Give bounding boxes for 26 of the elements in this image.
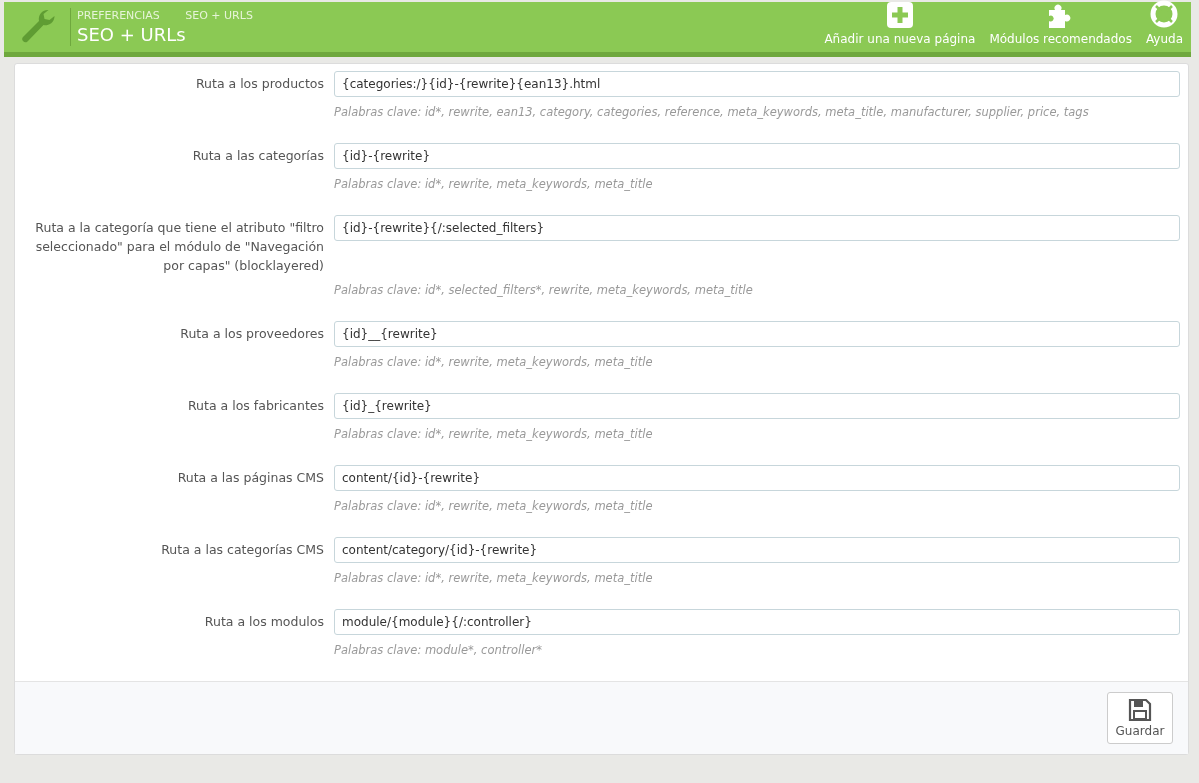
route-input[interactable]: module/{module}{/:controller} — [334, 609, 1180, 635]
field-hint: Palabras clave: id*, selected_filters*, rewrite, meta_keywords, meta_title — [334, 283, 754, 297]
page-title: SEO + URLs — [77, 24, 187, 45]
field-hint: Palabras clave: id*, rewrite, ean13, category, categories, reference, meta_keywords, meta_title, manufacturer, supplier, price, tags — [334, 105, 1090, 119]
field-label: Ruta a los productos — [194, 75, 324, 93]
field-hint: Palabras clave: id*, rewrite, meta_keywords, meta_title — [334, 177, 654, 191]
field-label: Ruta a los fabricantes — [187, 397, 324, 415]
field-hint: Palabras clave: id*, rewrite, meta_keywords, meta_title — [334, 427, 654, 441]
route-input[interactable]: content/{id}-{rewrite} — [334, 465, 1180, 491]
save-button[interactable]: Guardar — [1107, 692, 1173, 744]
route-input[interactable]: {id}-{rewrite} — [334, 143, 1180, 169]
field-label: Ruta a la categoría que tiene el atributo "filtro seleccionado" para el módulo de "Navegación por capas" (blocklayered) — [34, 219, 324, 275]
route-input[interactable]: {id}__{rewrite} — [334, 321, 1180, 347]
field-label: Ruta a los modulos — [203, 613, 324, 631]
field-label: Ruta a las categorías — [191, 147, 324, 165]
route-input[interactable]: {id}-{rewrite}{/:selected_filters} — [334, 215, 1180, 241]
field-hint: Palabras clave: id*, rewrite, meta_keywords, meta_title — [334, 355, 654, 369]
route-input[interactable]: {categories:/}{id}-{rewrite}{ean13}.html — [334, 71, 1180, 97]
route-input[interactable]: content/category/{id}-{rewrite} — [334, 537, 1180, 563]
field-label: Ruta a las páginas CMS — [176, 469, 324, 487]
route-input[interactable]: {id}_{rewrite} — [334, 393, 1180, 419]
field-hint: Palabras clave: id*, rewrite, meta_keywords, meta_title — [334, 571, 654, 585]
field-hint: Palabras clave: id*, rewrite, meta_keywords, meta_title — [334, 499, 654, 513]
field-label: Ruta a las categorías CMS — [160, 541, 324, 559]
field-hint: Palabras clave: module*, controller* — [334, 643, 543, 657]
field-label: Ruta a los proveedores — [179, 325, 324, 343]
